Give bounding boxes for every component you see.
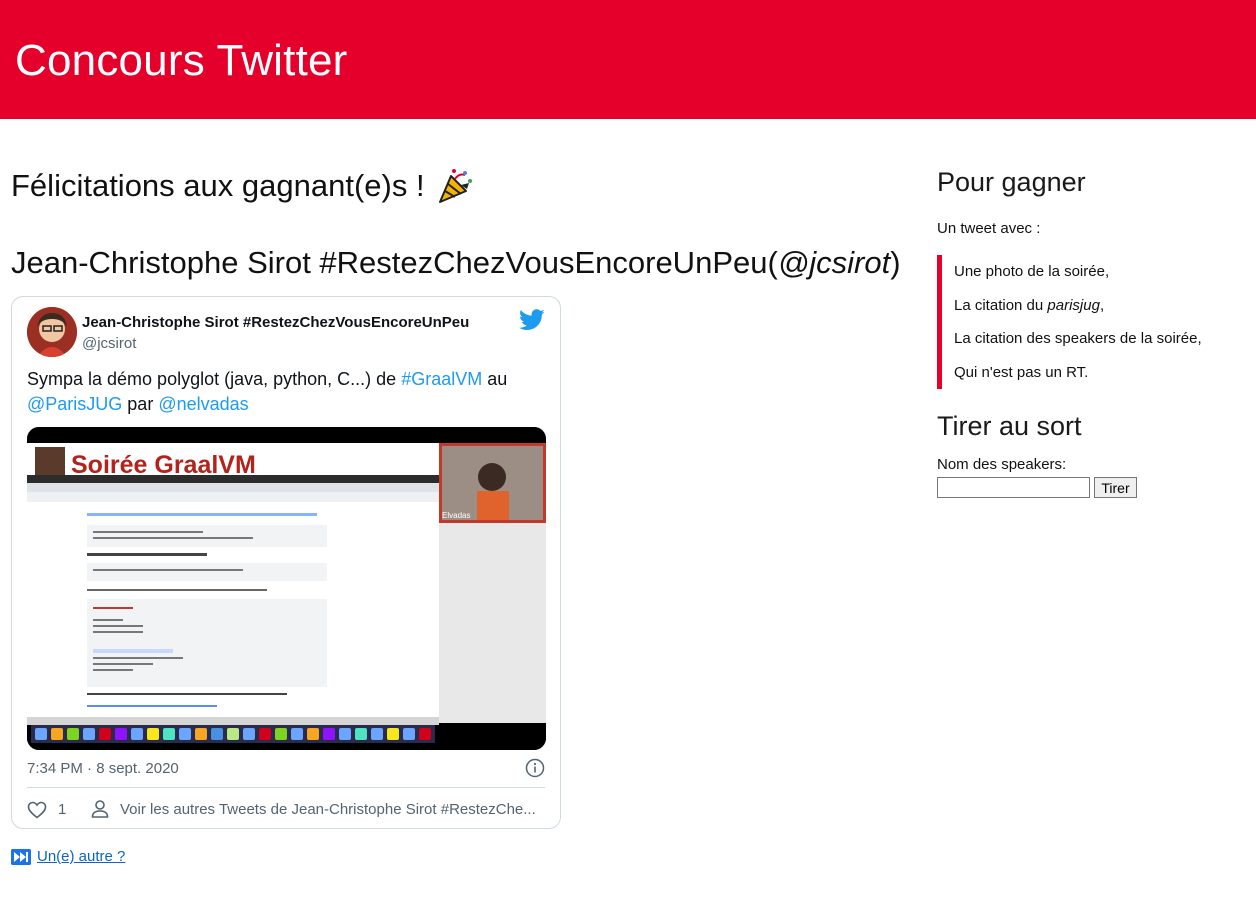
like-count[interactable]: 1 bbox=[58, 801, 66, 818]
tweet-text-part: au bbox=[482, 369, 508, 389]
fast-forward-icon bbox=[11, 848, 31, 865]
page-title: Concours Twitter bbox=[15, 36, 348, 85]
winner-heading: Jean-Christophe Sirot #RestezChezVousEnc… bbox=[11, 245, 901, 281]
speakers-input[interactable] bbox=[937, 477, 1090, 498]
next-winner-link[interactable]: Un(e) autre ? bbox=[11, 848, 125, 865]
rule-item: Une photo de la soirée, bbox=[954, 263, 1110, 280]
draw-heading: Tirer au sort bbox=[937, 411, 1082, 441]
media-speaker-label: Elvadas bbox=[442, 511, 470, 520]
tweet-author-handle[interactable]: @jcsirot bbox=[82, 335, 136, 352]
tweet-text-part: par bbox=[122, 394, 159, 414]
rule-text: La citation du bbox=[954, 296, 1048, 314]
tweet-text-part: Sympa la démo polyglot (java, python, C.… bbox=[27, 369, 402, 389]
tweet-divider bbox=[27, 787, 545, 788]
tweet-text: Sympa la démo polyglot (java, python, C.… bbox=[27, 367, 547, 417]
rule-emphasis: parisjug bbox=[1047, 296, 1100, 314]
tweet-timestamp[interactable]: 7:34 PM · 8 sept. 2020 bbox=[27, 760, 179, 777]
congrats-heading: Félicitations aux gagnant(e)s ! bbox=[11, 167, 475, 205]
winner-name: Jean-Christophe Sirot #RestezChezVousEnc… bbox=[11, 245, 768, 280]
header-bar: Concours Twitter bbox=[0, 0, 1256, 119]
tweet-media-image[interactable]: Soirée GraalVM Elvadas bbox=[27, 427, 546, 750]
rule-item: La citation du parisjug, bbox=[954, 289, 1202, 323]
rules-intro: Un tweet avec : bbox=[937, 220, 1041, 237]
winner-close-paren: ) bbox=[890, 245, 901, 280]
rule-item: La citation des speakers de la soirée, bbox=[954, 330, 1202, 347]
hashtag-link[interactable]: #GraalVM bbox=[401, 369, 482, 389]
tweet-author-name[interactable]: Jean-Christophe Sirot #RestezChezVousEnc… bbox=[82, 314, 469, 331]
embedded-tweet[interactable]: Jean-Christophe Sirot #RestezChezVousEnc… bbox=[11, 296, 561, 829]
twitter-bird-icon[interactable] bbox=[519, 309, 545, 331]
person-icon[interactable] bbox=[90, 799, 110, 819]
congrats-text: Félicitations aux gagnant(e)s ! bbox=[11, 168, 425, 203]
info-icon[interactable] bbox=[525, 758, 545, 778]
next-link-label[interactable]: Un(e) autre ? bbox=[37, 848, 125, 865]
speakers-label: Nom des speakers: bbox=[937, 456, 1067, 473]
heart-icon[interactable] bbox=[27, 800, 47, 820]
party-popper-icon bbox=[437, 167, 475, 205]
winner-open-paren: ( bbox=[767, 245, 778, 280]
mention-link-parisjug[interactable]: @ParisJUG bbox=[27, 394, 122, 414]
more-tweets-link[interactable]: Voir les autres Tweets de Jean-Christoph… bbox=[120, 801, 540, 818]
rule-text: , bbox=[1099, 296, 1105, 314]
draw-button[interactable]: Tirer bbox=[1094, 477, 1137, 498]
avatar[interactable] bbox=[27, 307, 77, 357]
how-to-win-heading: Pour gagner bbox=[937, 167, 1086, 197]
rule-item: Qui n'est pas un RT. bbox=[954, 363, 1089, 381]
mention-link-nelvadas[interactable]: @nelvadas bbox=[158, 394, 248, 414]
rules-list: Une photo de la soirée, La citation du p… bbox=[937, 255, 1202, 389]
winner-handle: @jcsirot bbox=[777, 245, 891, 280]
media-banner-title: Soirée GraalVM bbox=[71, 451, 256, 479]
